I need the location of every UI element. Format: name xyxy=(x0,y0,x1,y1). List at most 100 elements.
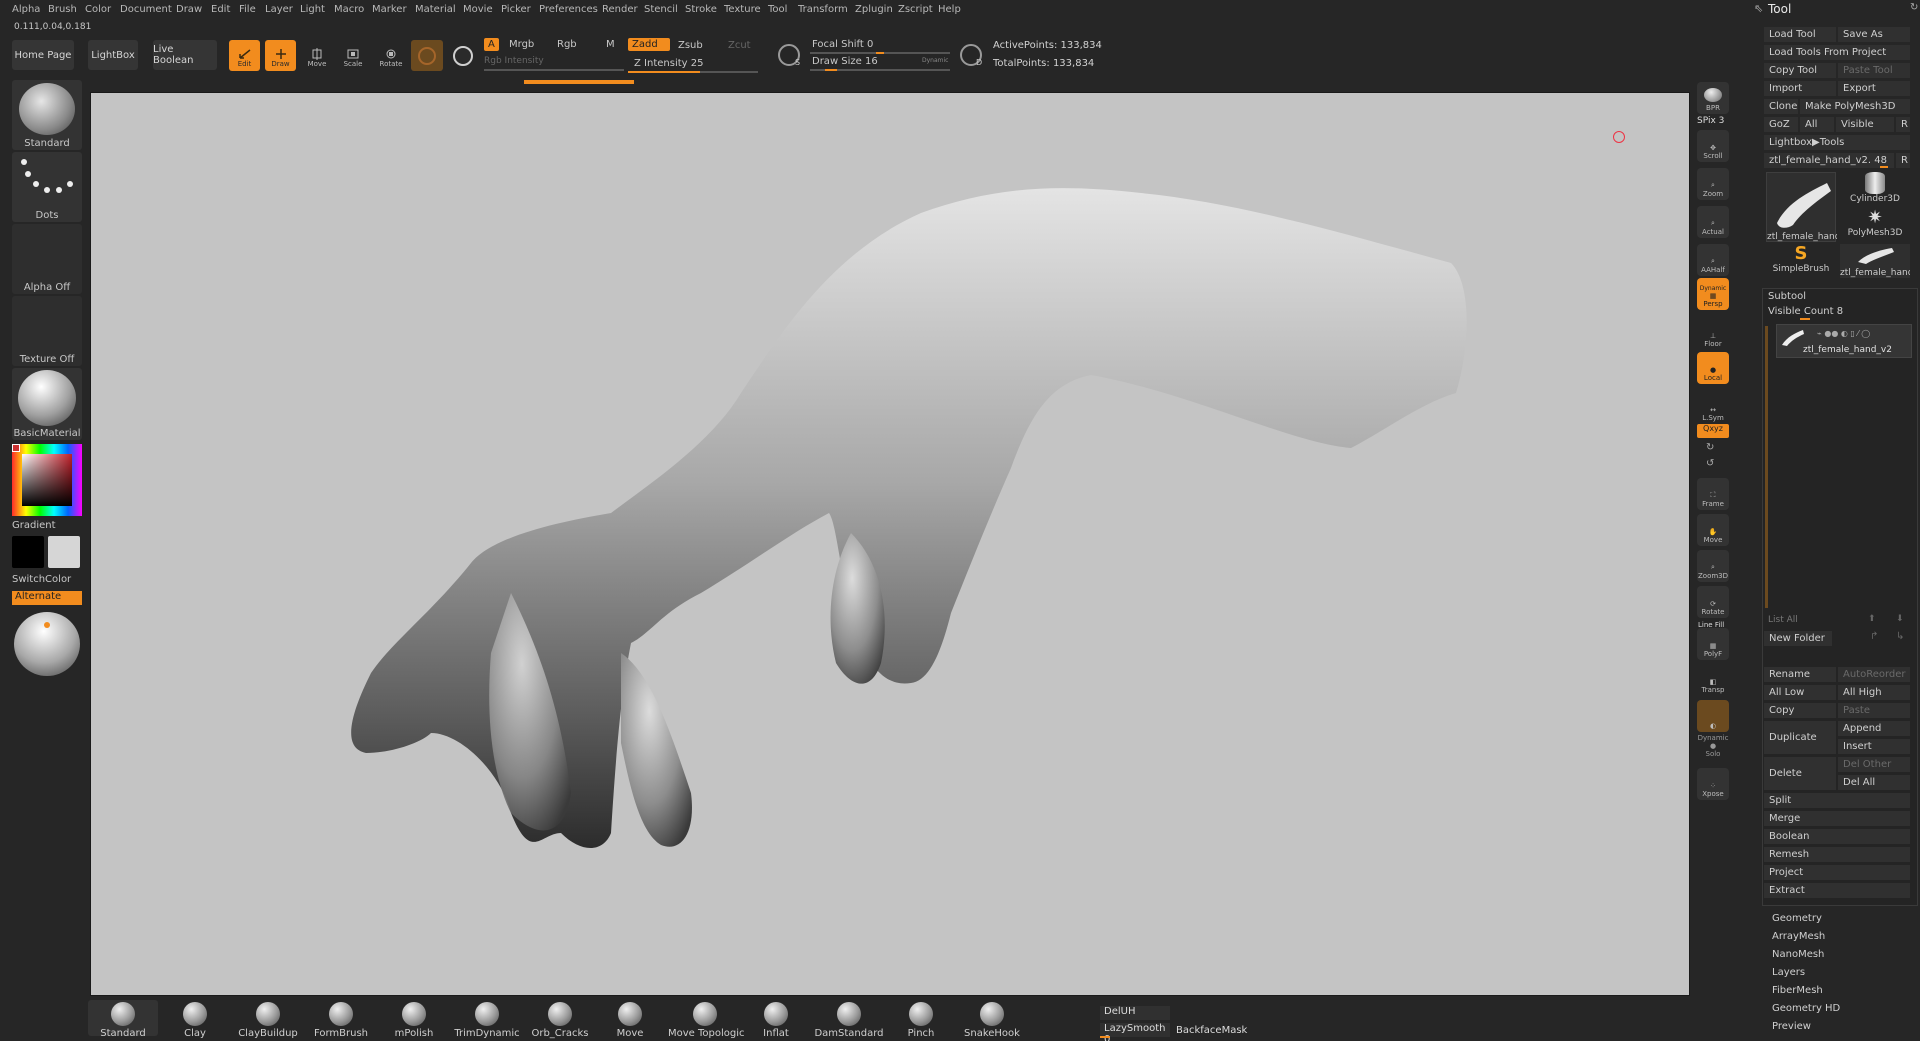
insert-button[interactable]: Insert xyxy=(1838,739,1910,754)
append-button[interactable]: Append xyxy=(1838,721,1910,736)
menu-stroke[interactable]: Stroke xyxy=(685,4,717,15)
focal-shift-label[interactable]: Focal Shift 0 xyxy=(812,39,873,50)
palette-close-icon[interactable]: ↻ xyxy=(1910,2,1918,13)
fibermesh-section[interactable]: FiberMesh xyxy=(1772,985,1823,996)
move-down-icon[interactable]: ⬇ xyxy=(1896,614,1904,624)
menu-marker[interactable]: Marker xyxy=(372,4,407,15)
arraymesh-section[interactable]: ArrayMesh xyxy=(1772,931,1825,942)
lazysmooth-slider[interactable]: LazySmooth 0 xyxy=(1100,1023,1170,1041)
material-swatch-button[interactable] xyxy=(411,40,443,71)
folder-arrow-icon[interactable]: ↱ xyxy=(1870,631,1878,642)
lightbox-tools-button[interactable]: Lightbox▶Tools xyxy=(1764,135,1910,150)
menu-layer[interactable]: Layer xyxy=(265,4,293,15)
menu-light[interactable]: Light xyxy=(300,4,325,15)
rotate-button[interactable]: Rotate xyxy=(374,40,408,71)
m-button[interactable]: M xyxy=(606,39,615,50)
load-tool-button[interactable]: Load Tool xyxy=(1764,27,1836,42)
persp-button[interactable]: Dynamic ▦ Persp xyxy=(1697,278,1729,310)
primary-color-swatch[interactable] xyxy=(12,444,20,452)
move-up-icon[interactable]: ⬆ xyxy=(1868,614,1876,624)
hand-model[interactable] xyxy=(91,93,1691,997)
new-folder-button[interactable]: New Folder xyxy=(1764,631,1832,646)
rotate-y-icon[interactable]: ↻ xyxy=(1706,442,1714,453)
edit-button[interactable]: Edit xyxy=(229,40,260,71)
tool-thumb-polymesh[interactable]: ✷ PolyMesh3D xyxy=(1840,208,1910,242)
goz-all-button[interactable]: All xyxy=(1800,117,1834,132)
tool-thumb-cylinder[interactable]: Cylinder3D xyxy=(1840,172,1910,206)
brush-standard[interactable]: Standard xyxy=(88,1002,158,1039)
scroll-button[interactable]: ✥ Scroll xyxy=(1697,130,1729,162)
menu-color[interactable]: Color xyxy=(85,4,111,15)
menu-tool[interactable]: Tool xyxy=(768,4,787,15)
preview-section[interactable]: Preview xyxy=(1772,1021,1811,1032)
z-intensity-label[interactable]: Z Intensity 25 xyxy=(634,58,703,69)
bpr-button[interactable]: BPR xyxy=(1697,82,1729,114)
brush-move-topologic[interactable]: Move Topologic xyxy=(668,1002,745,1039)
menu-picker[interactable]: Picker xyxy=(501,4,531,15)
all-high-button[interactable]: All High xyxy=(1838,685,1910,700)
subtool-header[interactable]: Subtool xyxy=(1768,291,1806,302)
move-button[interactable]: Move xyxy=(302,40,332,71)
lightbox-button[interactable]: LightBox xyxy=(88,40,138,70)
rotate-z-icon[interactable]: ↺ xyxy=(1706,458,1714,469)
color-square[interactable] xyxy=(22,454,72,506)
menu-movie[interactable]: Movie xyxy=(463,4,493,15)
light-position-dot[interactable] xyxy=(44,622,50,628)
brush-orb-cracks[interactable]: Orb_Cracks xyxy=(525,1002,595,1039)
texture-slot[interactable]: Texture Off xyxy=(12,296,82,366)
subtool-scrollbar[interactable] xyxy=(1765,326,1768,608)
xpose-button[interactable]: ⁘ Xpose xyxy=(1697,768,1729,800)
rgb-a-toggle[interactable]: A xyxy=(484,38,499,51)
split-section[interactable]: Split xyxy=(1764,793,1910,808)
canvas-viewport[interactable] xyxy=(90,92,1690,996)
mrgb-button[interactable]: Mrgb xyxy=(509,39,534,50)
subtool-list-item[interactable]: ⌁ ●● ◐ ▯ ⁄ ◯ ztl_female_hand_v2 xyxy=(1776,324,1912,358)
brush-mpolish[interactable]: mPolish xyxy=(379,1002,449,1039)
xyz-button[interactable]: Qxyz xyxy=(1697,424,1729,438)
geometry-hd-section[interactable]: Geometry HD xyxy=(1772,1003,1840,1014)
brush-formbrush[interactable]: FormBrush xyxy=(306,1002,376,1039)
alternate-button[interactable]: Alternate xyxy=(12,591,82,605)
actual-button[interactable]: ⌕ Actual xyxy=(1697,206,1729,238)
copy-tool-button[interactable]: Copy Tool xyxy=(1764,63,1836,78)
current-tool-r-button[interactable]: R xyxy=(1896,153,1910,168)
menu-brush[interactable]: Brush xyxy=(48,4,77,15)
current-tool-slider[interactable]: ztl_female_hand_v2. 48 xyxy=(1764,153,1894,168)
floor-button[interactable]: ⊥ Floor xyxy=(1697,318,1729,350)
rename-button[interactable]: Rename xyxy=(1764,667,1836,682)
main-color-swatch[interactable] xyxy=(12,536,44,568)
spotlight-button[interactable] xyxy=(449,40,477,71)
rgb-intensity-slider-label[interactable]: Rgb Intensity xyxy=(484,56,544,66)
merge-section[interactable]: Merge xyxy=(1764,811,1910,826)
zsub-button[interactable]: Zsub xyxy=(678,40,703,51)
project-section[interactable]: Project xyxy=(1764,865,1910,880)
goz-visible-button[interactable]: Visible xyxy=(1836,117,1894,132)
rgb-intensity-slider[interactable] xyxy=(484,69,624,71)
live-boolean-button[interactable]: Live Boolean xyxy=(153,40,217,70)
menu-render[interactable]: Render xyxy=(602,4,638,15)
backface-mask-button[interactable]: BackfaceMask xyxy=(1176,1025,1247,1036)
clone-button[interactable]: Clone xyxy=(1764,99,1798,114)
zoom-button[interactable]: ⌕ Zoom xyxy=(1697,168,1729,200)
scale-button[interactable]: Scale xyxy=(338,40,368,71)
alpha-slot[interactable]: Alpha Off xyxy=(12,224,82,294)
tool-thumb-simplebrush[interactable]: S SimpleBrush xyxy=(1766,244,1836,278)
goz-r-button[interactable]: R xyxy=(1896,117,1910,132)
zoom3d-button[interactable]: ⌕ Zoom3D xyxy=(1697,550,1729,582)
menu-edit[interactable]: Edit xyxy=(211,4,230,15)
goz-button[interactable]: GoZ xyxy=(1764,117,1798,132)
local-button[interactable]: ● Local xyxy=(1697,352,1729,384)
make-polymesh-button[interactable]: Make PolyMesh3D xyxy=(1800,99,1910,114)
visible-count-label[interactable]: Visible Count 8 xyxy=(1768,306,1843,317)
boolean-section[interactable]: Boolean xyxy=(1764,829,1910,844)
brush-move[interactable]: Move xyxy=(595,1002,665,1039)
zcut-button[interactable]: Zcut xyxy=(728,40,751,51)
geometry-section[interactable]: Geometry xyxy=(1772,913,1822,924)
menu-preferences[interactable]: Preferences xyxy=(539,4,598,15)
palette-arrow-icon[interactable]: ⇖ xyxy=(1754,2,1763,15)
menu-zplugin[interactable]: Zplugin xyxy=(855,4,893,15)
zadd-button[interactable]: Zadd xyxy=(628,38,670,51)
brush-slot[interactable]: Standard xyxy=(12,80,82,150)
home-page-button[interactable]: Home Page xyxy=(12,40,74,70)
spix-label[interactable]: SPix 3 xyxy=(1697,116,1724,126)
